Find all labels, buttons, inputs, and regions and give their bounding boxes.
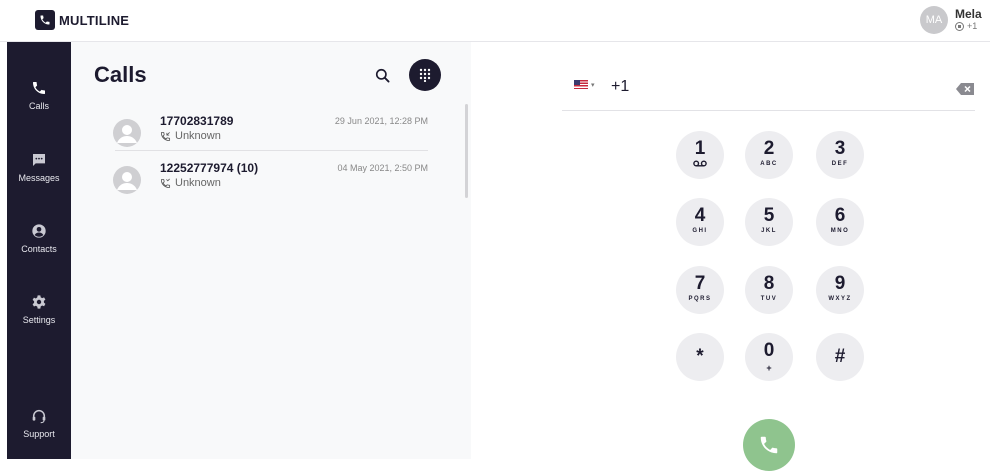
phone-icon xyxy=(33,82,45,94)
dialpad-key-5[interactable]: 5 JKL xyxy=(745,198,793,246)
incoming-call-icon xyxy=(160,131,171,141)
call-number: 17702831789 xyxy=(160,114,234,128)
dialpad-key-9[interactable]: 9 WXYZ xyxy=(816,266,864,314)
key-letters: ABC xyxy=(760,161,778,167)
key-letters: TUV xyxy=(760,296,778,302)
search-button[interactable] xyxy=(373,66,393,86)
sidebar-item-label: Settings xyxy=(22,315,56,325)
key-digit: # xyxy=(834,346,846,367)
key-digit: 3 xyxy=(834,138,846,159)
sidebar-item-contacts[interactable]: Contacts xyxy=(7,223,71,254)
call-timestamp: 04 May 2021, 2:50 PM xyxy=(337,163,428,173)
call-status: Unknown xyxy=(160,130,221,142)
dialer-panel: ▾ +1 1 2 ABC 3 DEF 4 GHI 5 JKL 6 MNO 7 P… xyxy=(471,42,990,471)
contact-avatar-icon xyxy=(113,166,141,194)
logo-text: MULTILINE xyxy=(59,12,130,28)
call-status-text: Unknown xyxy=(175,130,221,142)
sidebar-item-label: Support xyxy=(23,429,55,439)
call-list-item[interactable]: 17702831789 Unknown 29 Jun 2021, 12:28 P… xyxy=(113,114,428,160)
sidebar-item-label: Contacts xyxy=(21,244,57,254)
voicemail-icon xyxy=(693,160,707,167)
key-digit: 6 xyxy=(834,205,846,226)
key-letters: JKL xyxy=(761,228,777,234)
contact-icon xyxy=(32,224,46,238)
dialpad-key-star[interactable]: * xyxy=(676,333,724,381)
scrollbar[interactable] xyxy=(465,104,468,198)
sim-icon xyxy=(955,21,964,31)
list-divider xyxy=(115,150,428,151)
dialpad-key-2[interactable]: 2 ABC xyxy=(745,131,793,179)
dialpad-icon xyxy=(419,68,431,82)
message-icon xyxy=(33,154,45,166)
key-digit: 2 xyxy=(763,138,775,159)
top-bar: MULTILINE MA Mela +1 xyxy=(0,0,990,42)
gear-icon xyxy=(32,295,46,309)
user-name: Mela xyxy=(955,7,982,21)
key-letters: + xyxy=(766,363,772,373)
call-status: Unknown xyxy=(160,177,221,189)
logo-phone-icon xyxy=(35,10,55,30)
call-timestamp: 29 Jun 2021, 12:28 PM xyxy=(334,116,428,126)
dialpad-key-1[interactable]: 1 xyxy=(676,131,724,179)
key-digit: 8 xyxy=(763,273,775,294)
key-digit: 5 xyxy=(763,205,775,226)
key-letters: PQRS xyxy=(688,296,712,302)
sidebar-item-label: Messages xyxy=(18,173,60,183)
key-digit: * xyxy=(696,346,704,367)
headset-icon xyxy=(32,410,46,424)
phone-icon xyxy=(760,436,778,454)
page-title: Calls xyxy=(94,62,147,87)
country-selector[interactable]: ▾ xyxy=(574,80,595,89)
dialpad-button[interactable] xyxy=(409,59,441,91)
user-avatar: MA xyxy=(920,6,948,34)
call-button[interactable] xyxy=(743,419,795,471)
dialpad-key-6[interactable]: 6 MNO xyxy=(816,198,864,246)
user-info: Mela +1 xyxy=(955,8,982,32)
contact-avatar-icon xyxy=(113,119,141,147)
chevron-down-icon: ▾ xyxy=(591,81,595,89)
key-digit: 7 xyxy=(694,273,706,294)
key-letters: DEF xyxy=(831,161,849,167)
key-letters: GHI xyxy=(692,228,708,234)
search-icon xyxy=(375,68,390,83)
key-digit: 4 xyxy=(694,205,706,226)
key-letters: WXYZ xyxy=(828,296,852,302)
user-phone: +1 xyxy=(967,21,978,31)
user-menu[interactable]: MA Mela +1 xyxy=(920,6,982,34)
dialpad-key-hash[interactable]: # xyxy=(816,333,864,381)
dialpad-key-3[interactable]: 3 DEF xyxy=(816,131,864,179)
sidebar: Calls Messages Contacts Settings Support xyxy=(7,42,71,459)
call-status-text: Unknown xyxy=(175,177,221,189)
key-digit: 0 xyxy=(763,340,775,361)
dialpad-key-4[interactable]: 4 GHI xyxy=(676,198,724,246)
key-digit: 1 xyxy=(694,138,706,159)
dialpad-key-7[interactable]: 7 PQRS xyxy=(676,266,724,314)
us-flag-icon xyxy=(574,80,588,89)
sidebar-item-label: Calls xyxy=(28,101,49,111)
dial-input-underline xyxy=(562,110,975,111)
user-phone-row: +1 xyxy=(955,20,982,32)
missed-call-icon xyxy=(160,178,171,188)
call-list-item[interactable]: 12252777974 (10) Unknown 04 May 2021, 2:… xyxy=(113,161,428,207)
app-logo[interactable]: MULTILINE xyxy=(35,10,129,30)
dialpad-key-0[interactable]: 0 + xyxy=(745,333,793,381)
sidebar-item-messages[interactable]: Messages xyxy=(7,152,71,183)
dialpad-key-8[interactable]: 8 TUV xyxy=(745,266,793,314)
call-number: 12252777974 (10) xyxy=(160,161,259,175)
sidebar-item-settings[interactable]: Settings xyxy=(7,294,71,325)
backspace-button[interactable] xyxy=(956,82,974,95)
dial-input[interactable]: +1 xyxy=(611,78,629,96)
key-letters: MNO xyxy=(830,228,850,234)
key-digit: 9 xyxy=(834,273,846,294)
calls-panel: Calls 17702831789 Unknown 29 Jun 2021, 1… xyxy=(71,42,471,459)
sidebar-item-calls[interactable]: Calls xyxy=(7,80,71,111)
backspace-icon xyxy=(956,83,974,95)
sidebar-item-support[interactable]: Support xyxy=(7,408,71,439)
